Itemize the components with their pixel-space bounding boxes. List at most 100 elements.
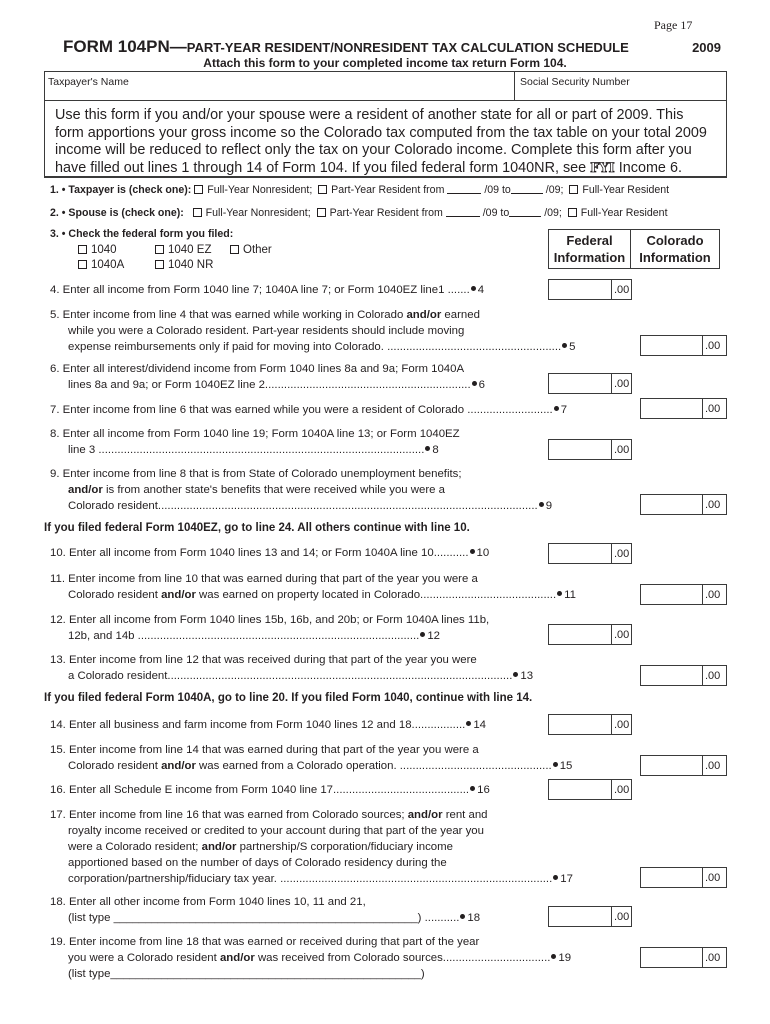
line-text-row: expense reimbursements only if paid for … — [50, 340, 640, 356]
required-bullet-icon — [551, 953, 557, 959]
line-7-text: 7. Enter income from line 6 that was ear… — [50, 403, 640, 419]
form-1040ez-checkbox[interactable] — [155, 245, 164, 254]
line-text-row: Colorado resident and/or was earned from… — [50, 759, 640, 775]
form-1040-option[interactable]: 1040 — [78, 244, 117, 256]
text-segment: line 3 .................................… — [68, 443, 425, 456]
text-segment: 9. Enter income from line 8 that is from… — [50, 468, 462, 480]
emphasis-text: and/or — [219, 951, 255, 964]
taxpayer-to-month-input[interactable] — [510, 193, 543, 194]
text-segment: 6. Enter all interest/dividend income fr… — [50, 363, 465, 375]
text-segment: corporation/partnership/fiduciary tax ye… — [68, 872, 553, 885]
ssn-field[interactable]: Social Security Number — [515, 72, 726, 100]
emphasis-text: and/or — [407, 809, 443, 821]
spouse-part-year-resident-checkbox[interactable] — [316, 208, 326, 217]
taxpayer-name-field[interactable]: Taxpayer's Name — [45, 72, 515, 100]
line-17-text: 17. Enter income from line 16 that was e… — [50, 808, 640, 888]
option-label: Full-Year Nonresident; — [207, 184, 313, 196]
form-1040nr-option[interactable]: 1040 NR — [155, 259, 213, 271]
spouse-residency-line: 2. • Spouse is (check one): Full-Year No… — [50, 207, 668, 219]
line-number: 19 — [558, 951, 572, 964]
instructions-box: Use this form if you and/or your spouse … — [44, 100, 727, 178]
spouse-full-year-nonresident-checkbox[interactable] — [192, 208, 202, 217]
line-16-amount-input[interactable]: .00 — [548, 779, 632, 800]
line-15-amount-input[interactable]: .00 — [640, 755, 727, 776]
required-bullet-icon — [420, 631, 426, 637]
line-number: 15 — [559, 759, 573, 772]
text-segment: while you were a Colorado resident. Part… — [68, 324, 465, 337]
option-label: 1040 NR — [168, 259, 214, 271]
form-1040-checkbox[interactable] — [78, 245, 87, 254]
identity-table: Taxpayer's Name Social Security Number — [44, 71, 727, 101]
form-other-checkbox[interactable] — [230, 245, 239, 254]
text-segment: 4. Enter all income from Form 1040 line … — [50, 284, 470, 296]
line-12-amount-input[interactable]: .00 — [548, 624, 632, 645]
taxpayer-full-year-nonresident-checkbox[interactable] — [194, 185, 204, 194]
form-1040a-checkbox[interactable] — [78, 260, 87, 269]
text-segment: was received from Colorado sources......… — [254, 951, 551, 964]
text-segment: 16. Enter all Schedule E income from For… — [50, 784, 470, 796]
option-label: 1040 — [91, 244, 117, 256]
line-text-row: a Colorado resident.....................… — [50, 669, 640, 685]
cents-label: .00 — [702, 756, 726, 775]
text-segment: 14. Enter all business and farm income f… — [50, 719, 466, 731]
line-18-amount-input[interactable]: .00 — [548, 906, 632, 927]
text-segment: 18. Enter all other income from Form 104… — [50, 896, 366, 908]
form-1040ez-option[interactable]: 1040 EZ — [155, 244, 211, 256]
line-number: 11 — [564, 588, 576, 601]
text-segment: 8. Enter all income from Form 1040 line … — [50, 428, 460, 440]
cents-label: .00 — [611, 907, 631, 926]
required-bullet-icon — [471, 380, 477, 386]
text-segment: was earned on property located in Colora… — [195, 588, 557, 601]
form-other-option[interactable]: Other — [230, 244, 272, 256]
line-9-amount-input[interactable]: .00 — [640, 494, 727, 515]
form-subtitle: PART-YEAR RESIDENT/NONRESIDENT TAX CALCU… — [186, 40, 629, 55]
to-suffix: /09; — [545, 184, 564, 196]
line-14-amount-input[interactable]: .00 — [548, 714, 632, 735]
form-1040a-option[interactable]: 1040A — [78, 259, 124, 271]
page-number: Page 17 — [654, 18, 693, 32]
emphasis-text: and/or — [161, 759, 196, 772]
line-text-row: 13. Enter income from line 12 that was r… — [50, 653, 640, 669]
line-text-row: Colorado resident and/or was earned on p… — [50, 588, 640, 604]
line-7-amount-input[interactable]: .00 — [640, 398, 727, 419]
text-segment: 5. Enter income from line 4 that was ear… — [50, 309, 407, 321]
spouse-to-month-input[interactable] — [509, 216, 542, 217]
line-number: 17 — [560, 872, 573, 885]
line-text-row: 15. Enter income from line 14 that was e… — [50, 743, 640, 759]
taxpayer-full-year-resident-checkbox[interactable] — [569, 185, 579, 194]
text-segment: a Colorado resident.....................… — [68, 669, 513, 682]
line-6-amount-input[interactable]: .00 — [548, 373, 632, 394]
spouse-from-month-input[interactable] — [445, 216, 480, 217]
line-text-row: and/or is from another state's benefits … — [50, 483, 640, 499]
line-number: 16 — [477, 784, 490, 796]
line-13-amount-input[interactable]: .00 — [640, 665, 727, 686]
line-19-amount-input[interactable]: .00 — [640, 947, 727, 968]
taxpayer-residency-line: 1. • Taxpayer is (check one): Full-Year … — [50, 184, 669, 196]
line-15-text: 15. Enter income from line 14 that was e… — [50, 743, 640, 775]
header-line: Federal — [566, 233, 613, 248]
text-segment: (list type______________________________… — [68, 967, 425, 980]
text-segment: were a Colorado resident; — [68, 840, 202, 853]
cents-label: .00 — [611, 374, 631, 393]
header-line: Information — [639, 250, 711, 265]
text-segment: 10. Enter all income from Form 1040 line… — [50, 547, 469, 559]
line-text-row: 5. Enter income from line 4 that was ear… — [50, 308, 640, 324]
line-text-row: 7. Enter income from line 6 that was ear… — [50, 403, 640, 419]
line-17-amount-input[interactable]: .00 — [640, 867, 727, 888]
option-label: Other — [243, 244, 272, 256]
line-number: 6 — [478, 378, 485, 391]
line-4-amount-input[interactable]: .00 — [548, 279, 632, 300]
line-19-text: 19. Enter income from line 18 that was e… — [50, 935, 640, 983]
required-bullet-icon — [562, 342, 568, 348]
line-11-amount-input[interactable]: .00 — [640, 584, 727, 605]
cents-label: .00 — [702, 495, 726, 514]
form-1040nr-checkbox[interactable] — [155, 260, 164, 269]
line-5-amount-input[interactable]: .00 — [640, 335, 727, 356]
taxpayer-from-month-input[interactable] — [447, 193, 482, 194]
text-segment: 11. Enter income from line 10 that was e… — [50, 573, 478, 585]
spouse-full-year-resident-checkbox[interactable] — [567, 208, 577, 217]
emphasis-text: and/or — [68, 483, 103, 496]
line-8-amount-input[interactable]: .00 — [548, 439, 632, 460]
taxpayer-part-year-resident-checkbox[interactable] — [318, 185, 328, 194]
line-10-amount-input[interactable]: .00 — [548, 543, 632, 564]
